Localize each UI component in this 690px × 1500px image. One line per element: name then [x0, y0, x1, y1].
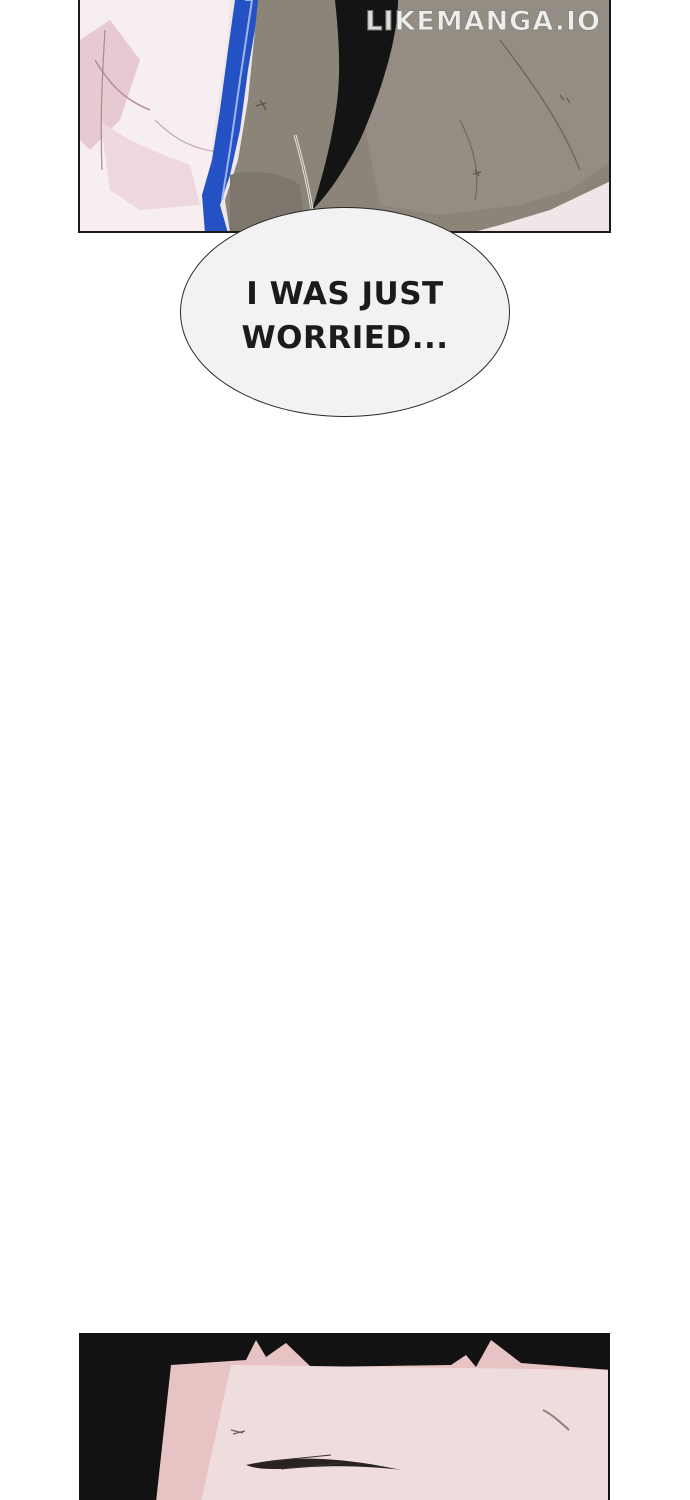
bottom-comic-panel	[79, 1333, 610, 1500]
speech-bubble-text: I WAS JUST WORRIED...	[180, 272, 510, 360]
top-comic-panel: LIKEMANGA.IO	[78, 0, 611, 233]
dialogue-line-2: WORRIED...	[241, 320, 449, 356]
dialogue-line-1: I WAS JUST	[246, 276, 444, 312]
character-face-closeup-art	[81, 1335, 608, 1500]
watermark-text: LIKEMANGA.IO	[365, 6, 601, 38]
